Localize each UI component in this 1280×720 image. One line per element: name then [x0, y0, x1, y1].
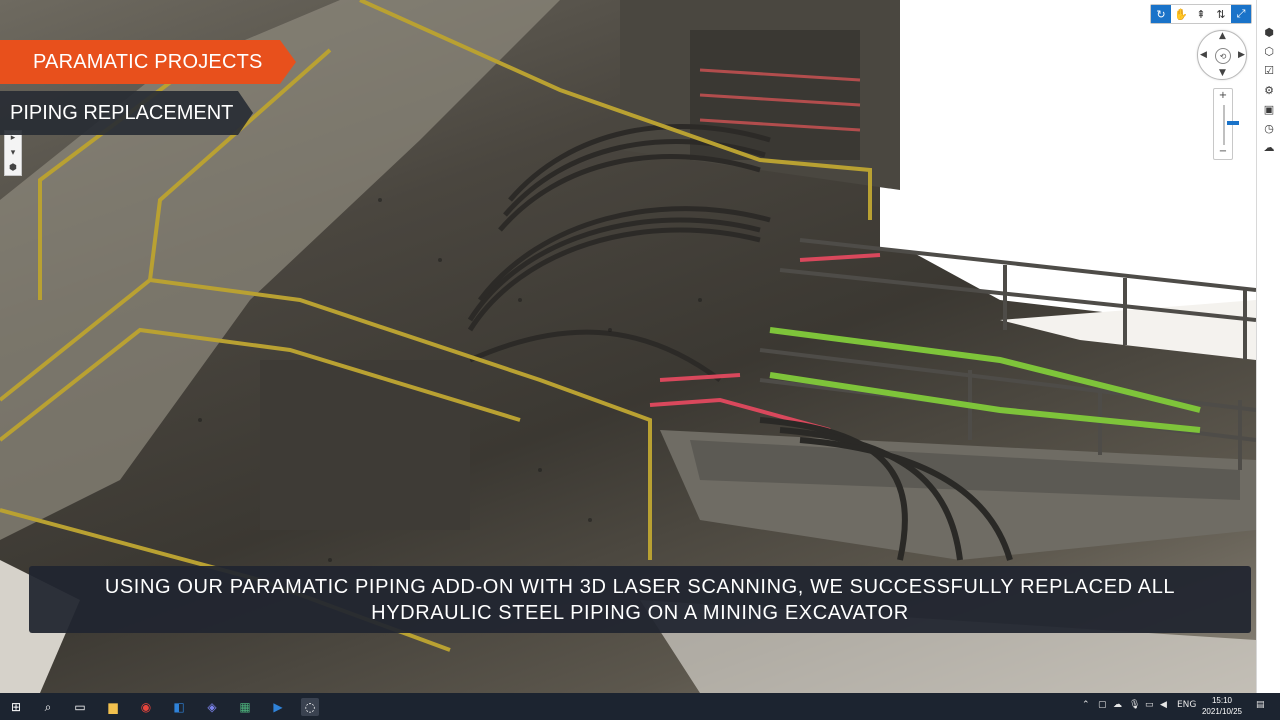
cube-icon[interactable]: ⬢	[1262, 26, 1276, 40]
layers-icon[interactable]: ⬡	[1262, 45, 1276, 59]
image-icon[interactable]: ▣	[1262, 103, 1276, 117]
chrome-icon[interactable]: ◉	[137, 698, 155, 716]
file-explorer-icon[interactable]: ▆	[104, 698, 122, 716]
view-cube-icon[interactable]: ⬢	[5, 161, 21, 176]
caption-line-1: USING OUR PARAMATIC PIPING ADD-ON WITH 3…	[104, 575, 1176, 598]
subtitle-banner: PIPING REPLACEMENT	[0, 91, 253, 135]
orbit-down-icon[interactable]: ▼	[1219, 68, 1226, 78]
settings-icon[interactable]: ⚙	[1262, 84, 1276, 98]
fullscreen-icon[interactable]: ⤢	[1231, 5, 1251, 23]
orbit-left-icon[interactable]: ◀	[1200, 50, 1207, 60]
walk-icon[interactable]: ⇞	[1191, 5, 1211, 23]
notification-icon[interactable]: ▤	[1256, 700, 1265, 710]
collapse-icon[interactable]: ▾	[5, 146, 21, 161]
start-icon[interactable]: ⊞	[7, 698, 25, 716]
left-mini-toolbar: ▸ ▾ ⬢	[4, 130, 22, 176]
microphone-icon[interactable]: 🎙	[1129, 700, 1140, 710]
clock-icon[interactable]: ◷	[1262, 122, 1276, 136]
language-indicator[interactable]: ENG	[1177, 700, 1196, 710]
subtitle-banner-label: PIPING REPLACEMENT	[10, 102, 234, 124]
check-icon[interactable]: ☑	[1262, 64, 1276, 78]
tray-chevron-icon[interactable]: ⌃	[1082, 700, 1090, 710]
project-banner: PARAMATIC PROJECTS	[0, 40, 296, 84]
search-icon[interactable]: ⌕	[39, 698, 57, 716]
orbit-center-icon[interactable]: ⟲	[1215, 48, 1231, 64]
zoom-track[interactable]	[1223, 105, 1239, 145]
cloud-icon[interactable]: ☁	[1262, 141, 1276, 155]
tray-app-icon[interactable]: ▢	[1098, 700, 1107, 710]
teams-icon[interactable]: ◈	[203, 698, 221, 716]
zoom-thumb[interactable]	[1227, 121, 1239, 125]
clock-date: 2021/10/25	[1201, 707, 1243, 716]
task-view-icon[interactable]: ▭	[71, 698, 89, 716]
app-icon[interactable]: ▶	[269, 698, 287, 716]
orbit-right-icon[interactable]: ▶	[1238, 50, 1245, 60]
obs-icon[interactable]: ◌	[301, 698, 319, 716]
outlook-icon[interactable]: ◧	[170, 698, 188, 716]
fly-icon[interactable]: ⇅	[1211, 5, 1231, 23]
caption-line-2: HYDRAULIC STEEL PIPING ON A MINING EXCAV…	[371, 601, 909, 624]
windows-taskbar: ⊞ ⌕ ▭ ▆ ◉ ◧ ◈ ▦ ▶ ◌ ⌃ ▢ ☁ 🎙 ▭ ◀ ENG 15:1…	[0, 693, 1280, 720]
tool-strip: ⬢ ⬡ ☑ ⚙ ▣ ◷ ☁	[1256, 0, 1280, 693]
orbit-up-icon[interactable]: ▲	[1219, 31, 1226, 41]
caption-text: USING OUR PARAMATIC PIPING ADD-ON WITH 3…	[105, 574, 1175, 626]
orbit-wheel[interactable]: ▲ ▼ ◀ ▶ ⟲	[1197, 30, 1247, 80]
zoom-in-icon[interactable]: +	[1214, 90, 1232, 101]
navigation-toolbar: ↻ ✋ ⇞ ⇅ ⤢	[1150, 4, 1252, 24]
orbit-icon[interactable]: ↻	[1151, 5, 1171, 23]
clock-time: 15:10	[1211, 696, 1233, 705]
excel-icon[interactable]: ▦	[236, 698, 254, 716]
onedrive-icon[interactable]: ☁	[1113, 700, 1122, 710]
clock[interactable]: 15:10 2021/10/25	[1198, 695, 1246, 717]
project-banner-label: PARAMATIC PROJECTS	[33, 51, 263, 73]
pan-hand-icon[interactable]: ✋	[1171, 5, 1191, 23]
zoom-slider[interactable]: + −	[1213, 88, 1239, 160]
volume-icon[interactable]: ◀	[1160, 700, 1167, 710]
network-icon[interactable]: ▭	[1145, 700, 1154, 710]
zoom-out-icon[interactable]: −	[1214, 146, 1232, 157]
caption-box: USING OUR PARAMATIC PIPING ADD-ON WITH 3…	[29, 566, 1251, 633]
